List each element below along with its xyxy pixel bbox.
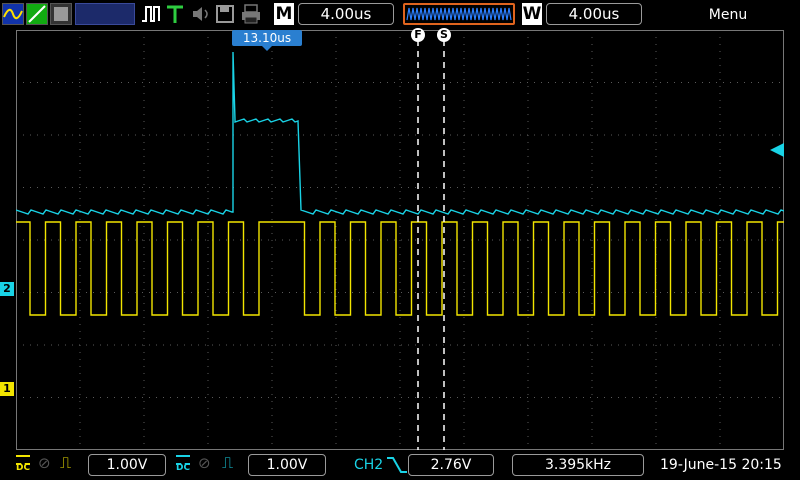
s-marker[interactable]: S [437,28,451,42]
ch2-coupling[interactable]: DC [176,464,190,473]
print-icon[interactable] [240,3,262,25]
f-marker[interactable]: F [411,28,425,42]
ch1-marker[interactable]: 1 [0,382,14,396]
status-bar-field [75,3,135,25]
speaker-icon[interactable] [190,3,212,25]
ch2-waveform [16,51,784,215]
time-readout-text: 13.10us [242,31,292,45]
pulse-icon[interactable] [140,3,162,25]
ch2-wave-icon: ⎍ [222,453,234,472]
trigger-level-readout[interactable]: 2.76V [408,454,494,476]
main-timebase-label: M [274,3,294,25]
waveform-display[interactable] [16,30,784,450]
ch1-wave-icon: ⎍ [60,453,72,472]
ch1-marker-label: 1 [3,382,11,395]
window-timebase-label: W [522,3,542,25]
ch2-icon[interactable] [26,3,48,25]
waveform-overview-icon [406,7,512,21]
t-trigger-icon[interactable] [164,3,186,25]
ch1-bandwidth-icon: ⊘ [38,454,51,472]
ch2-marker[interactable]: 2 [0,282,14,296]
ch1-coupling-icon [16,455,30,465]
datetime: 19-June-15 20:15 [660,457,782,473]
graticule [16,30,784,450]
ch2-volts-readout[interactable]: 1.00V [248,454,326,476]
trigger-source[interactable]: CH2 [354,456,383,474]
channel-ch1-icon[interactable] [2,3,24,25]
cursor-icon[interactable] [50,3,72,25]
window-timebase-readout[interactable]: 4.00us [546,3,642,25]
time-readout-tag: 13.10us [232,30,302,46]
f-marker-label: F [414,28,422,41]
menu-button[interactable]: Menu [700,6,756,24]
s-marker-label: S [440,28,448,41]
ch2-marker-label: 2 [3,282,11,295]
falling-edge-icon [386,455,408,479]
waveform-overview[interactable] [403,3,515,25]
time-readout-pointer [262,46,272,51]
top-toolbar: M 4.00us W 4.00us Menu [0,0,800,30]
ch1-volts-readout[interactable]: 1.00V [88,454,166,476]
save-icon[interactable] [214,3,236,25]
main-timebase-readout[interactable]: 4.00us [298,3,394,25]
ch2-coupling-icon [176,455,190,465]
ch1-coupling[interactable]: DC [16,464,30,473]
frequency-readout: 3.395kHz [512,454,644,476]
trigger-level-arrow[interactable] [770,143,784,157]
ch2-bandwidth-icon: ⊘ [198,454,211,472]
